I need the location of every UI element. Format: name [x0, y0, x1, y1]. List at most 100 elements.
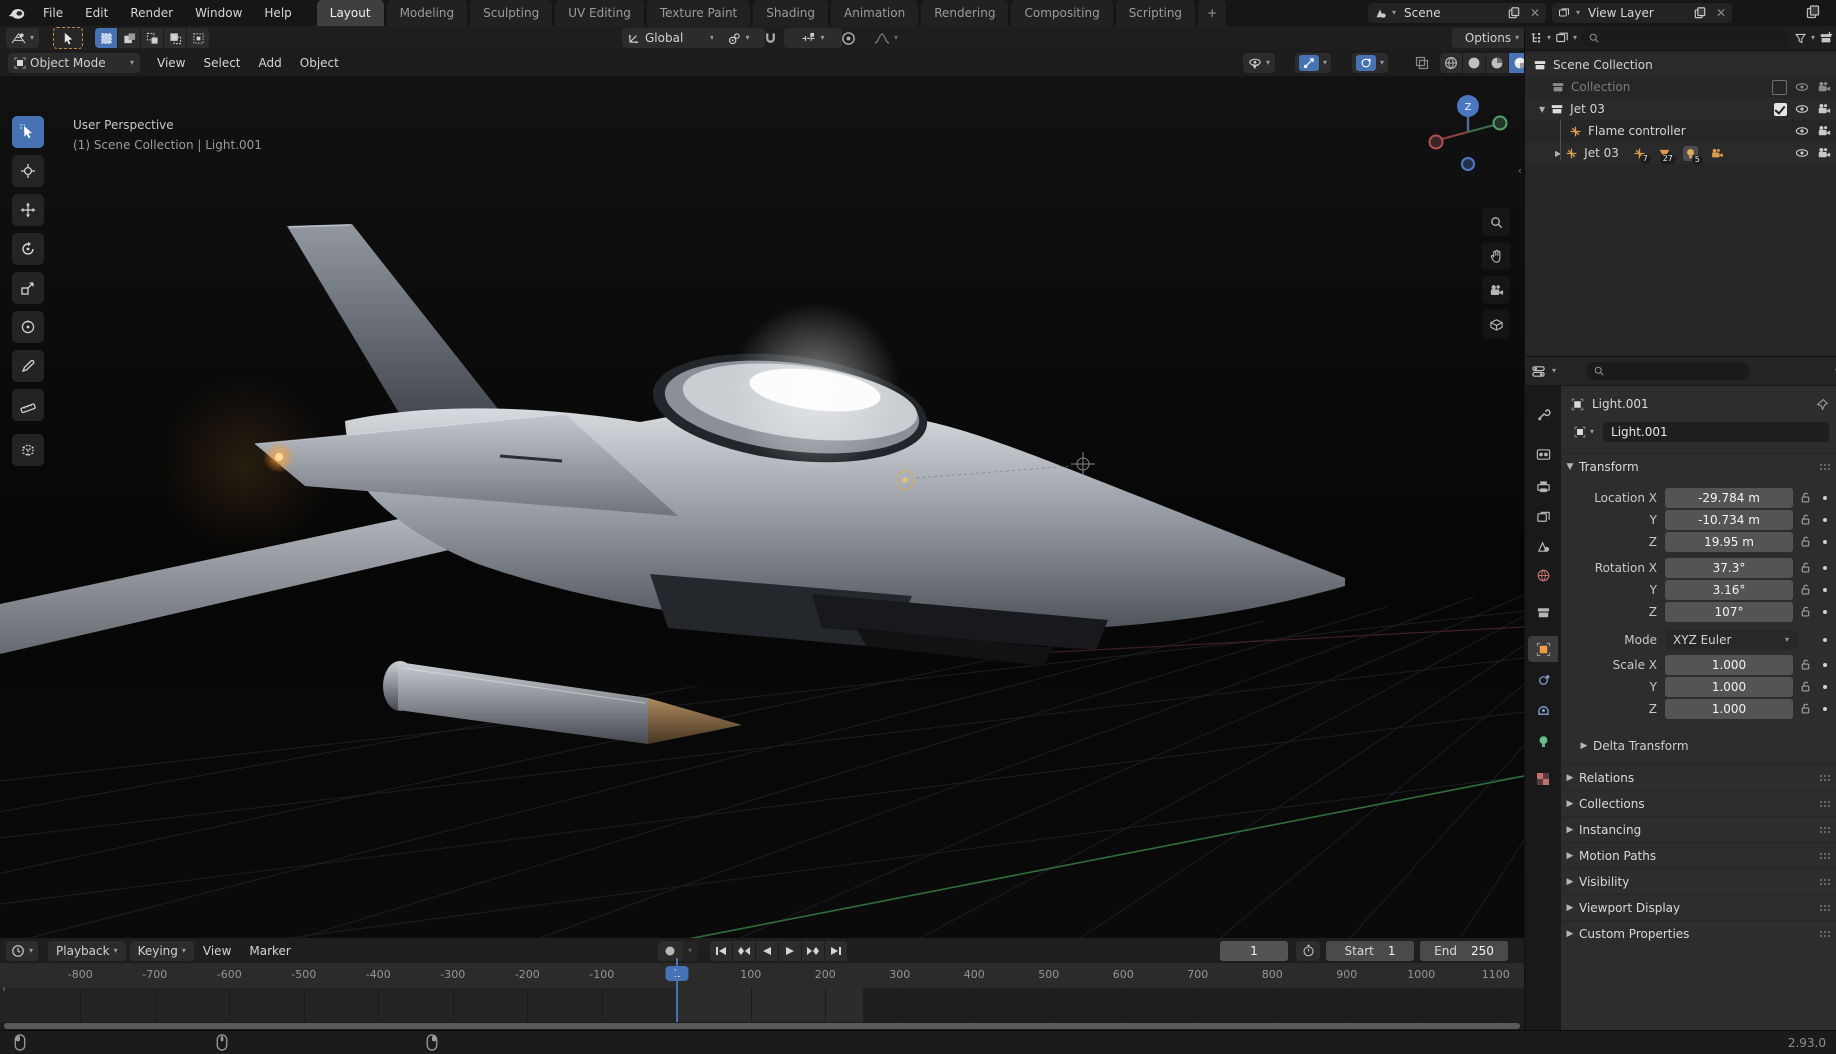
toggle-xray-icon[interactable]	[1410, 53, 1434, 73]
viewport-canvas[interactable]: User Perspective (1) Scene Collection | …	[0, 76, 1524, 938]
tab-tool-icon[interactable]	[1528, 401, 1558, 427]
outliner-editor-chevron[interactable]: ▾	[1547, 34, 1551, 42]
animate-dot[interactable]	[1823, 588, 1827, 592]
snap-toggle-magnet-icon[interactable]	[758, 28, 782, 48]
tool-select-box[interactable]	[12, 116, 44, 148]
expand-triangle-icon[interactable]: ▼	[1539, 105, 1545, 114]
delta-transform-subpanel[interactable]: ▶ Delta Transform	[1561, 735, 1836, 757]
eye-icon[interactable]	[1795, 124, 1809, 138]
outliner-row-jet03[interactable]: ▼ Jet 03	[1525, 98, 1836, 120]
panel-collections[interactable]: ▶ Collections	[1561, 790, 1836, 817]
shading-material-button[interactable]	[1486, 53, 1509, 73]
prev-keyframe-button[interactable]	[733, 940, 756, 961]
panel-relations[interactable]: ▶ Relations	[1561, 764, 1836, 791]
rotation-x-field[interactable]: 37.3°	[1665, 558, 1793, 578]
scale-z-field[interactable]: 1.000	[1665, 699, 1793, 719]
start-frame-field[interactable]: Start 1	[1326, 940, 1414, 961]
tab-object-data-icon[interactable]	[1528, 728, 1558, 754]
camera-icon[interactable]	[1817, 102, 1831, 116]
collection-exclude-checkbox[interactable]	[1772, 79, 1787, 95]
object-id-icon[interactable]: ▾	[1569, 422, 1600, 442]
menu-render[interactable]: Render	[119, 0, 184, 26]
animate-dot[interactable]	[1823, 566, 1827, 570]
viewport-menu-view[interactable]: View	[148, 52, 194, 74]
active-tool-tweak-button[interactable]	[53, 27, 84, 49]
animate-dot[interactable]	[1823, 540, 1827, 544]
timeline-menu-view[interactable]: View	[194, 940, 240, 962]
timeline-track[interactable]	[0, 988, 1524, 1022]
lock-open-icon[interactable]	[1799, 583, 1812, 596]
properties-editor-icon[interactable]	[1531, 364, 1546, 379]
timeline-ruler[interactable]: 1 -800-700-600-500-400-300-200-100100200…	[0, 963, 1524, 989]
select-mode-subtract-button[interactable]	[141, 28, 165, 48]
pan-hand-icon[interactable]	[1482, 242, 1510, 270]
new-view-layer-icon[interactable]	[1690, 7, 1710, 19]
panel-drag-grip[interactable]	[1819, 903, 1831, 913]
select-mode-extend-button[interactable]	[118, 28, 142, 48]
lock-open-icon[interactable]	[1799, 491, 1812, 504]
transform-panel-header[interactable]: ▼ Transform	[1561, 453, 1836, 480]
show-overlays-dropdown[interactable]: ▾	[1352, 53, 1389, 73]
outliner-filter-chevron[interactable]: ▾	[1811, 34, 1815, 42]
outliner-display-mode-icon[interactable]	[1555, 31, 1569, 45]
panel-instancing[interactable]: ▶ Instancing	[1561, 816, 1836, 843]
outliner-row-jet03-child[interactable]: ▶ Jet 03 7 27 5	[1525, 142, 1836, 165]
panel-drag-grip[interactable]	[1819, 929, 1831, 939]
new-scene-icon[interactable]	[1504, 7, 1524, 19]
playback-menu[interactable]: Playback ▾	[48, 940, 126, 961]
menu-file[interactable]: File	[32, 0, 74, 26]
properties-search[interactable]	[1586, 362, 1751, 380]
eye-icon[interactable]	[1795, 146, 1809, 160]
camera-icon[interactable]	[1817, 146, 1831, 160]
auto-keying-options-chevron[interactable]: ▾	[682, 940, 698, 961]
tab-physics-icon[interactable]	[1528, 667, 1558, 693]
tab-object-icon[interactable]	[1528, 636, 1558, 662]
proportional-editing-icon[interactable]	[836, 28, 860, 48]
play-reverse-button[interactable]	[756, 940, 779, 961]
menu-edit[interactable]: Edit	[74, 0, 119, 26]
toggle-ortho-icon[interactable]	[1482, 310, 1510, 338]
navigation-gizmo[interactable]: Z	[1426, 94, 1510, 204]
panel-custom-properties[interactable]: ▶ Custom Properties	[1561, 920, 1836, 947]
playhead-line[interactable]	[676, 958, 678, 1022]
remove-view-layer-icon[interactable]: ✕	[1710, 6, 1732, 20]
scale-x-field[interactable]: 1.000	[1665, 655, 1793, 675]
timeline-scrollbar[interactable]	[0, 1022, 1524, 1030]
tool-add-primitive[interactable]	[12, 434, 44, 466]
zoom-icon[interactable]	[1482, 208, 1510, 236]
jump-to-end-button[interactable]	[825, 940, 848, 961]
tool-transform[interactable]	[12, 311, 44, 343]
outliner-editor-icon[interactable]	[1529, 31, 1543, 45]
object-name-field[interactable]: Light.001	[1603, 422, 1829, 442]
rotation-z-field[interactable]: 107°	[1665, 602, 1793, 622]
select-mode-intersect-button[interactable]	[187, 28, 209, 48]
rotation-mode-dropdown[interactable]: XYZ Euler ▾	[1665, 630, 1797, 650]
tab-render-icon[interactable]	[1528, 441, 1558, 467]
timeline-menu-marker[interactable]: Marker	[240, 940, 299, 962]
lock-open-icon[interactable]	[1799, 561, 1812, 574]
animate-dot[interactable]	[1823, 638, 1827, 642]
view-layer-name[interactable]: View Layer	[1580, 6, 1690, 20]
tab-world-icon[interactable]	[1528, 562, 1558, 588]
tab-layout[interactable]: Layout	[316, 0, 385, 26]
shading-wireframe-button[interactable]	[1440, 53, 1463, 73]
tab-animation[interactable]: Animation	[831, 0, 920, 26]
tab-compositing[interactable]: Compositing	[1011, 0, 1114, 26]
panel-drag-grip[interactable]	[1819, 877, 1831, 887]
tab-sculpting[interactable]: Sculpting	[470, 0, 554, 26]
tab-constraints-icon[interactable]	[1528, 697, 1558, 723]
viewport-menu-object[interactable]: Object	[291, 52, 348, 74]
tab-rendering[interactable]: Rendering	[921, 0, 1010, 26]
mode-dropdown[interactable]: Object Mode ▾	[8, 53, 140, 73]
unlink-scene-icon[interactable]: ✕	[1524, 6, 1546, 20]
lock-open-icon[interactable]	[1799, 535, 1812, 548]
add-workspace-button[interactable]: +	[1198, 0, 1228, 26]
editor-type-button[interactable]: ▾	[6, 28, 40, 48]
tool-move[interactable]	[12, 194, 44, 226]
viewport-menu-add[interactable]: Add	[250, 52, 291, 74]
pin-icon[interactable]	[1816, 398, 1829, 411]
use-preview-range-stopwatch-icon[interactable]	[1296, 940, 1320, 961]
tool-rotate[interactable]	[12, 233, 44, 265]
tool-measure[interactable]	[12, 389, 44, 421]
tab-scene-icon[interactable]	[1528, 533, 1558, 559]
